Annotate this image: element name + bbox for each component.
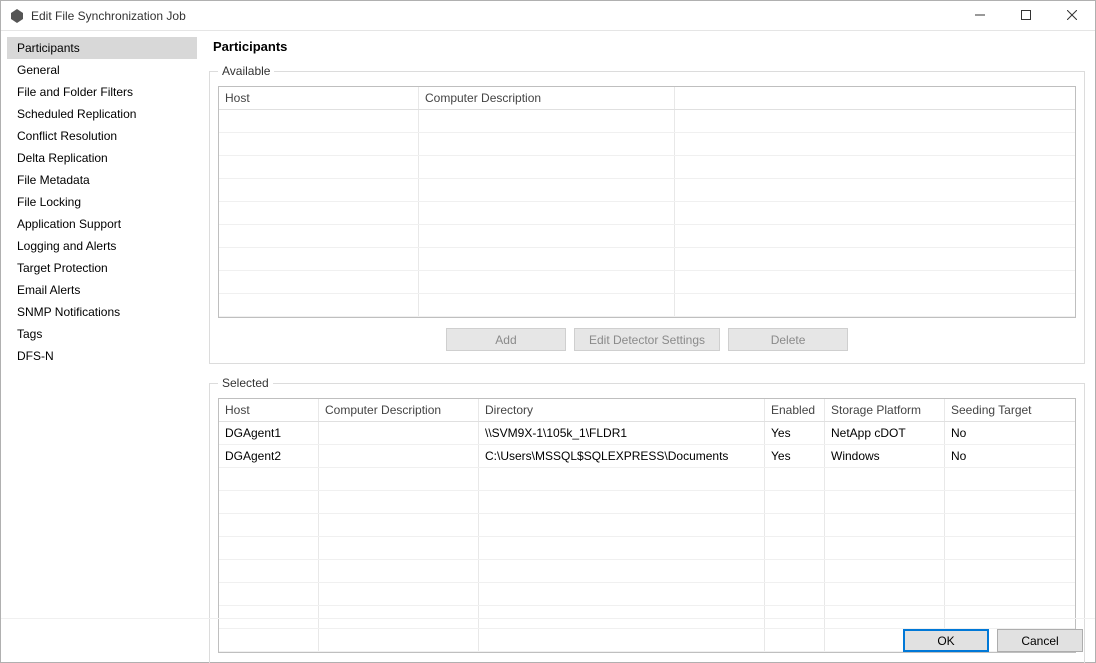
cell-enabled: Yes <box>765 422 825 444</box>
col-header-enabled[interactable]: Enabled <box>765 399 825 421</box>
available-grid-body <box>219 110 1075 317</box>
sidebar-item-label: File Locking <box>17 195 81 209</box>
cell-desc <box>319 445 479 467</box>
col-header-desc[interactable]: Computer Description <box>319 399 479 421</box>
sidebar-item[interactable]: Scheduled Replication <box>7 103 197 125</box>
sidebar-item[interactable]: Application Support <box>7 213 197 235</box>
table-row-empty <box>219 514 1075 537</box>
col-header-host[interactable]: Host <box>219 87 419 109</box>
col-header-seeding-target[interactable]: Seeding Target <box>945 399 1075 421</box>
cell-storage-platform: NetApp cDOT <box>825 422 945 444</box>
titlebar: Edit File Synchronization Job <box>1 1 1095 31</box>
selected-grid-header: Host Computer Description Directory Enab… <box>219 399 1075 422</box>
sidebar-item[interactable]: DFS-N <box>7 345 197 367</box>
sidebar-item[interactable]: Target Protection <box>7 257 197 279</box>
table-row-empty <box>219 133 1075 156</box>
edit-detector-settings-button[interactable]: Edit Detector Settings <box>574 328 720 351</box>
sidebar-item[interactable]: File Locking <box>7 191 197 213</box>
available-grid[interactable]: Host Computer Description <box>218 86 1076 318</box>
window-title: Edit File Synchronization Job <box>31 9 186 23</box>
cell-seeding-target: No <box>945 422 1075 444</box>
table-row-empty <box>219 537 1075 560</box>
table-row-empty <box>219 248 1075 271</box>
sidebar-item-label: Scheduled Replication <box>17 107 136 121</box>
table-row-empty <box>219 202 1075 225</box>
add-button[interactable]: Add <box>446 328 566 351</box>
sidebar-item[interactable]: Email Alerts <box>7 279 197 301</box>
table-row-empty <box>219 156 1075 179</box>
sidebar-item-label: Logging and Alerts <box>17 239 116 253</box>
sidebar-item[interactable]: File Metadata <box>7 169 197 191</box>
table-row[interactable]: DGAgent1 \\SVM9X-1\105k_1\FLDR1YesNetApp … <box>219 422 1075 445</box>
cell-seeding-target: No <box>945 445 1075 467</box>
ok-button[interactable]: OK <box>903 629 989 652</box>
window-root: Edit File Synchronization Job Participan… <box>0 0 1096 663</box>
sidebar-item[interactable]: Logging and Alerts <box>7 235 197 257</box>
selected-grid[interactable]: Host Computer Description Directory Enab… <box>218 398 1076 653</box>
table-row-empty <box>219 225 1075 248</box>
available-grid-header: Host Computer Description <box>219 87 1075 110</box>
table-row-empty <box>219 179 1075 202</box>
sidebar-item-label: Delta Replication <box>17 151 108 165</box>
available-legend: Available <box>218 64 274 78</box>
cell-enabled: Yes <box>765 445 825 467</box>
sidebar-item-label: General <box>17 63 60 77</box>
close-icon <box>1067 9 1077 23</box>
col-header-desc[interactable]: Computer Description <box>419 87 675 109</box>
sidebar-item-label: Participants <box>17 41 80 55</box>
cell-desc <box>319 422 479 444</box>
cell-storage-platform: Windows <box>825 445 945 467</box>
available-group: Available Host Computer Description Add … <box>209 64 1085 364</box>
col-header-host[interactable]: Host <box>219 399 319 421</box>
sidebar-item-label: SNMP Notifications <box>17 305 120 319</box>
sidebar-item[interactable]: Tags <box>7 323 197 345</box>
sidebar-item[interactable]: SNMP Notifications <box>7 301 197 323</box>
cell-directory: \\SVM9X-1\105k_1\FLDR1 <box>479 422 765 444</box>
table-row-empty <box>219 491 1075 514</box>
available-button-row: Add Edit Detector Settings Delete <box>218 328 1076 351</box>
table-row-empty <box>219 294 1075 317</box>
main-panel: Participants Available Host Computer Des… <box>199 31 1095 618</box>
cancel-button[interactable]: Cancel <box>997 629 1083 652</box>
sidebar-item[interactable]: Delta Replication <box>7 147 197 169</box>
sidebar-item[interactable]: Participants <box>7 37 197 59</box>
sidebar-item-label: Email Alerts <box>17 283 80 297</box>
sidebar-item-label: Application Support <box>17 217 121 231</box>
app-icon <box>9 8 25 24</box>
cell-host: DGAgent1 <box>219 422 319 444</box>
table-row[interactable]: DGAgent2 C:\Users\MSSQL$SQLEXPRESS\Docume… <box>219 445 1075 468</box>
table-row-empty <box>219 271 1075 294</box>
col-header-storage-platform[interactable]: Storage Platform <box>825 399 945 421</box>
maximize-button[interactable] <box>1003 1 1049 30</box>
sidebar-item-label: Tags <box>17 327 42 341</box>
body: Participants General File and Folder Filte… <box>1 31 1095 618</box>
table-row-empty <box>219 583 1075 606</box>
table-row-empty <box>219 468 1075 491</box>
sidebar-item-label: File Metadata <box>17 173 90 187</box>
cell-directory: C:\Users\MSSQL$SQLEXPRESS\Documents <box>479 445 765 467</box>
close-button[interactable] <box>1049 1 1095 30</box>
minimize-button[interactable] <box>957 1 1003 30</box>
page-title: Participants <box>213 39 1085 54</box>
sidebar-item[interactable]: Conflict Resolution <box>7 125 197 147</box>
sidebar-item-label: DFS-N <box>17 349 54 363</box>
selected-legend: Selected <box>218 376 273 390</box>
sidebar: Participants General File and Folder Filte… <box>1 31 199 618</box>
minimize-icon <box>975 9 985 23</box>
sidebar-item[interactable]: File and Folder Filters <box>7 81 197 103</box>
sidebar-item-label: File and Folder Filters <box>17 85 133 99</box>
maximize-icon <box>1021 9 1031 23</box>
cell-host: DGAgent2 <box>219 445 319 467</box>
delete-button[interactable]: Delete <box>728 328 848 351</box>
sidebar-item-label: Conflict Resolution <box>17 129 117 143</box>
sidebar-item-label: Target Protection <box>17 261 108 275</box>
col-header-pad <box>675 87 1075 109</box>
table-row-empty <box>219 560 1075 583</box>
table-row-empty <box>219 110 1075 133</box>
col-header-directory[interactable]: Directory <box>479 399 765 421</box>
window-controls <box>957 1 1095 30</box>
sidebar-item[interactable]: General <box>7 59 197 81</box>
dialog-footer: OK Cancel <box>1 618 1095 662</box>
